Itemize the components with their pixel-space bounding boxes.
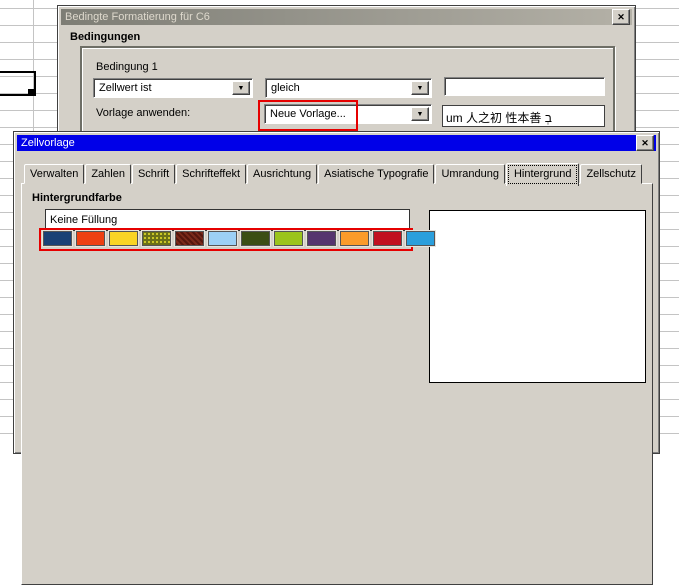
tab-zahlen[interactable]: Zahlen [85, 164, 131, 184]
tab-verwalten[interactable]: Verwalten [24, 164, 84, 184]
tab-hintergrund[interactable]: Hintergrund [506, 163, 579, 186]
dialog-titlebar[interactable]: Zellvorlage ✕ [17, 135, 656, 151]
fill-handle[interactable] [28, 89, 35, 96]
tab-panel: Hintergrundfarbe Keine Füllung [21, 183, 653, 585]
tab-zellschutz[interactable]: Zellschutz [580, 164, 642, 184]
background-preview-area [429, 210, 646, 383]
conditions-section-label: Bedingungen [70, 31, 140, 43]
color-swatch-dark-red-hatch[interactable] [175, 231, 204, 246]
color-swatch-light-blue[interactable] [208, 231, 237, 246]
chevron-down-icon[interactable]: ▼ [411, 107, 429, 121]
chevron-down-icon[interactable]: ▼ [411, 81, 429, 95]
color-palette [43, 231, 435, 246]
cell-value-combobox[interactable]: Zellwert ist ▼ [93, 78, 253, 98]
cell-style-dialog: Zellvorlage ✕ VerwaltenZahlenSchriftSchr… [13, 131, 660, 454]
chevron-down-icon[interactable]: ▼ [232, 81, 250, 95]
tab-schrift[interactable]: Schrift [132, 164, 175, 184]
background-color-section-label: Hintergrundfarbe [32, 192, 122, 204]
color-swatch-red[interactable] [373, 231, 402, 246]
operator-combobox-value: gleich [271, 82, 300, 94]
tab-strip: VerwaltenZahlenSchriftSchrifteffektAusri… [24, 163, 643, 184]
column-gridline [33, 0, 34, 131]
dialog-titlebar[interactable]: Bedingte Formatierung für C6 ✕ [61, 9, 632, 25]
color-swatch-yellow[interactable] [109, 231, 138, 246]
dialog-title: Bedingte Formatierung für C6 [65, 11, 612, 23]
color-swatch-orange-red[interactable] [76, 231, 105, 246]
tab-ausrichtung[interactable]: Ausrichtung [247, 164, 317, 184]
tab-schrifteffekt[interactable]: Schrifteffekt [176, 164, 246, 184]
close-icon[interactable]: ✕ [612, 9, 630, 25]
cell-value-combobox-value: Zellwert ist [99, 82, 152, 94]
tab-umrandung[interactable]: Umrandung [435, 164, 504, 184]
operator-combobox[interactable]: gleich ▼ [265, 78, 432, 98]
dialog-title: Zellvorlage [21, 137, 636, 149]
style-preview-box: um 人之初 性本善 בְ [442, 105, 605, 127]
no-fill-item[interactable]: Keine Füllung [50, 214, 117, 226]
close-icon[interactable]: ✕ [636, 135, 654, 151]
apply-style-label: Vorlage anwenden: [96, 107, 190, 119]
condition-value-input[interactable] [444, 77, 605, 96]
color-swatch-dark-olive[interactable] [241, 231, 270, 246]
color-swatch-orange[interactable] [340, 231, 369, 246]
tab-asiatische-typografie[interactable]: Asiatische Typografie [318, 164, 434, 184]
color-swatch-blue[interactable] [406, 231, 435, 246]
condition1-label: Bedingung 1 [96, 61, 158, 73]
color-swatch-olive-dotted[interactable] [142, 231, 171, 246]
color-swatch-yellow-green[interactable] [274, 231, 303, 246]
color-swatch-dark-blue[interactable] [43, 231, 72, 246]
color-swatch-dark-purple[interactable] [307, 231, 336, 246]
conditional-formatting-dialog: Bedingte Formatierung für C6 ✕ Bedingung… [57, 5, 636, 133]
annotation-rectangle-style-combo [258, 100, 358, 131]
style-preview-text: um 人之初 性本善 בְ [446, 111, 552, 125]
